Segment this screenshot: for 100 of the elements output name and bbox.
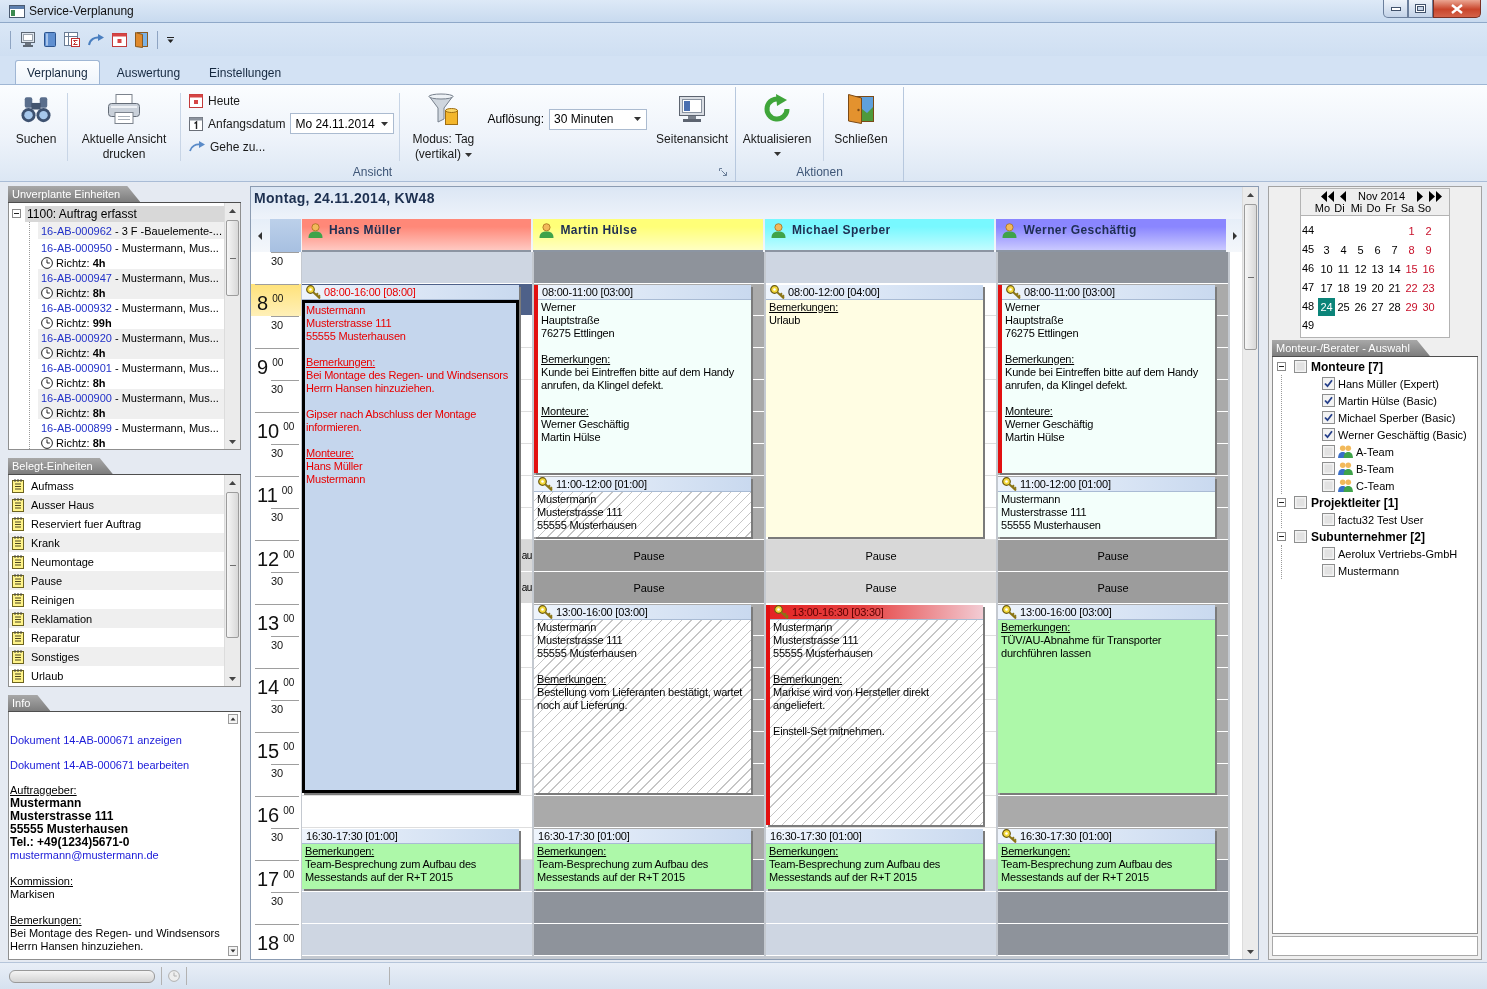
checkbox[interactable] <box>1294 530 1307 543</box>
calendar-day[interactable]: 18 <box>1335 278 1352 297</box>
arrow-icon[interactable] <box>88 33 104 46</box>
caret-icon[interactable] <box>167 36 174 43</box>
calendar-day[interactable]: 3 <box>1318 240 1335 259</box>
scroll-down-icon[interactable] <box>229 439 236 444</box>
list-item[interactable]: Pause <box>9 571 224 590</box>
calendar-day[interactable]: 22 <box>1403 278 1420 297</box>
list-item[interactable]: Neumontage <box>9 552 224 571</box>
calendar-day[interactable]: 30 <box>1420 297 1437 316</box>
scroll-down-icon[interactable] <box>1247 949 1254 954</box>
appointment-card[interactable]: 11:00-12:00 [01:00] Mustermann Musterstrasse 111 55555 Musterhausen <box>534 477 751 537</box>
tree-item-label[interactable]: C-Team <box>1356 479 1395 492</box>
list-item[interactable]: Reserviert fuer Auftrag <box>9 514 224 533</box>
checkbox[interactable] <box>1322 428 1335 441</box>
calendar-day[interactable]: 25 <box>1335 297 1352 316</box>
scroll-up-icon[interactable] <box>1247 192 1254 197</box>
monitor-icon[interactable] <box>20 32 36 47</box>
tree-item-label[interactable]: Martin Hülse (Basic) <box>1338 394 1438 407</box>
list-item[interactable]: Aufmass <box>9 476 224 495</box>
order-link[interactable]: 16-AB-000901 <box>41 361 112 374</box>
tree-item[interactable]: 16-AB-000920 - Mustermann, Mus... Richtz: 4h <box>38 329 224 359</box>
list-item[interactable]: Reklamation <box>9 609 224 628</box>
close-app-button[interactable]: Schließen <box>829 87 893 163</box>
scrollbar-thumb[interactable] <box>1244 204 1257 350</box>
maximize-button[interactable] <box>1408 0 1433 18</box>
double-right-arrow-icon[interactable] <box>1429 190 1443 202</box>
calendar-day[interactable]: 21 <box>1386 278 1403 297</box>
calendar-day[interactable]: 11 <box>1335 259 1352 278</box>
appointment-card[interactable]: 16:30-17:30 [01:00] Bemerkungen: Team-Besprechung zum Aufbau des Messestands auf der R+T 2015 <box>766 829 983 889</box>
calendar-day[interactable]: 28 <box>1386 297 1403 316</box>
list-item[interactable]: Reparatur <box>9 628 224 647</box>
checkbox[interactable] <box>1322 513 1335 526</box>
today-button[interactable]: Heute <box>186 89 395 112</box>
list-item[interactable]: Sonstiges <box>9 647 224 666</box>
checkbox[interactable] <box>1322 411 1335 424</box>
tree-item-label[interactable]: Mustermann <box>1338 564 1400 577</box>
order-link[interactable]: 16-AB-000899 <box>41 421 112 434</box>
checkbox[interactable] <box>1294 496 1307 509</box>
appointment-card[interactable]: 13:00-16:30 [03:30] Mustermann Musterstrasse 111 55555 Musterhausen Bemerkungen: Markise wird von Hersteller direkt angeliefert. Einstell-Set mitnehmen. <box>766 605 983 825</box>
calendar-day[interactable]: 19 <box>1352 278 1369 297</box>
mode-button[interactable]: Modus: Tag (vertikal) <box>405 87 482 163</box>
scrollbar-thumb[interactable] <box>226 492 239 638</box>
order-link[interactable]: 16-AB-000900 <box>41 391 112 404</box>
tree-item-label[interactable]: Hans Müller (Expert) <box>1338 377 1439 390</box>
calendar-day[interactable]: 16 <box>1420 259 1437 278</box>
checkbox[interactable] <box>1322 479 1335 492</box>
collapse-icon[interactable] <box>12 209 21 218</box>
tree-group-label[interactable]: 1100: Auftrag erfasst <box>25 205 224 222</box>
book-icon[interactable] <box>44 32 56 47</box>
calendar-day[interactable]: 15 <box>1403 259 1420 278</box>
tree-item[interactable]: 16-AB-000962 - 3 F -Bauelemente-... <box>38 222 224 239</box>
calendar-day[interactable]: 14 <box>1386 259 1403 278</box>
appointment-card[interactable]: 08:00-12:00 [04:00] Bemerkungen: Urlaub <box>766 285 983 537</box>
tree-item-label[interactable]: Michael Sperber (Basic) <box>1338 411 1456 424</box>
calendar-day[interactable]: 17 <box>1318 278 1335 297</box>
tree-item-label[interactable]: B-Team <box>1356 462 1394 475</box>
input-field[interactable] <box>1272 936 1478 956</box>
right-arrow-icon[interactable] <box>1417 190 1424 202</box>
appointment-card[interactable]: 16:30-17:30 [01:00] Bemerkungen: Team-Besprechung zum Aufbau des Messestands auf der R+T 2015 <box>302 829 519 889</box>
order-link[interactable]: 16-AB-000947 <box>41 271 112 284</box>
door-icon[interactable] <box>135 31 148 48</box>
refresh-button[interactable]: Aktualisieren <box>736 87 818 163</box>
list-item[interactable]: Urlaub <box>9 666 224 685</box>
calendar-day[interactable]: 23 <box>1420 278 1437 297</box>
calendar-day[interactable]: 6 <box>1369 240 1386 259</box>
calendar-day[interactable]: 7 <box>1386 240 1403 259</box>
appointment-card[interactable]: 08:00-11:00 [03:00] Werner Hauptstraße 76275 Ettlingen Bemerkungen: Kunde bei Eintreffen bitte auf dem Handy anrufen, da Klingel defekt. Monteure: Werner Geschäftig Martin Hülse <box>534 285 751 473</box>
print-button[interactable]: Aktuelle Ansicht drucken <box>73 87 175 163</box>
calendar-day[interactable]: 24 <box>1318 297 1335 316</box>
left-arrow-icon[interactable] <box>258 231 263 240</box>
close-button[interactable] <box>1433 0 1481 18</box>
collapse-icon[interactable] <box>1277 498 1286 507</box>
dialog-launcher-icon[interactable] <box>719 168 727 176</box>
date-dropdown[interactable]: Mo 24.11.2014 <box>290 113 395 134</box>
appointment-card[interactable]: 13:00-16:00 [03:00] Bemerkungen: TÜV/AU-Abnahme für Transporter durchführen lassen <box>998 605 1215 793</box>
document-link[interactable]: Dokument 14-AB-000671 anzeigen <box>10 734 182 747</box>
appointment-card[interactable]: 11:00-12:00 [01:00] Mustermann Musterstrasse 111 55555 Musterhausen <box>998 477 1215 537</box>
tree-group-label[interactable]: Projektleiter [1] <box>1311 495 1399 510</box>
collapse-icon[interactable] <box>1277 362 1286 371</box>
scroll-down-icon[interactable] <box>229 676 236 681</box>
left-arrow-icon[interactable] <box>1340 190 1346 202</box>
calendar-day[interactable]: 13 <box>1369 259 1386 278</box>
calendar-day[interactable]: 12 <box>1352 259 1369 278</box>
tree-item-label[interactable]: A-Team <box>1356 445 1394 458</box>
ribbon-tab[interactable]: Auswertung <box>104 60 193 84</box>
tree-item[interactable]: 16-AB-000900 - Mustermann, Mus... Richtz: 8h <box>38 389 224 419</box>
scroll-up-icon[interactable] <box>229 480 236 485</box>
email-link[interactable]: mustermann@mustermann.de <box>10 849 159 862</box>
tree-item-label[interactable]: Aerolux Vertriebs-GmbH <box>1338 547 1458 560</box>
scroll-up-icon[interactable] <box>228 714 238 724</box>
scrollbar[interactable] <box>224 203 240 449</box>
order-link[interactable]: 16-AB-000962 <box>41 224 112 237</box>
tree-item[interactable]: 16-AB-000901 - Mustermann, Mus... Richtz: 8h <box>38 359 224 389</box>
minimize-button[interactable] <box>1383 0 1408 18</box>
calendar-day[interactable]: 10 <box>1318 259 1335 278</box>
right-arrow-icon[interactable] <box>1233 231 1237 240</box>
checkbox[interactable] <box>1322 394 1335 407</box>
appointment-card[interactable]: 13:00-16:00 [03:00] Mustermann Musterstrasse 111 55555 Musterhausen Bemerkungen: Bestellung vom Lieferanten bestätigt, wartet noch auf Lieferung. <box>534 605 751 793</box>
calendar-day[interactable]: 2 <box>1420 221 1437 240</box>
